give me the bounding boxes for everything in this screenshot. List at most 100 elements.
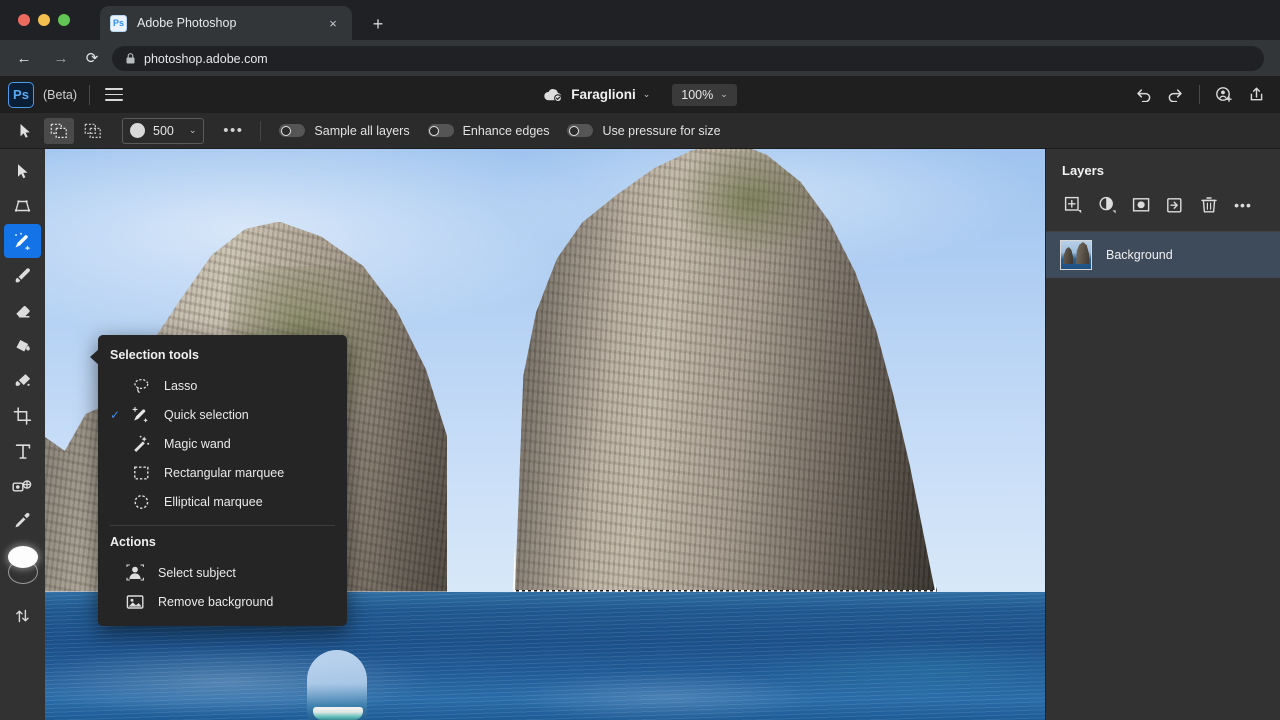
browser-tab[interactable]: Ps Adobe Photoshop × — [100, 6, 352, 40]
share-icon[interactable] — [1242, 81, 1270, 109]
transform-tool[interactable] — [4, 189, 41, 223]
action-select-subject[interactable]: Select subject — [98, 558, 347, 587]
flyout-title: Selection tools — [98, 343, 347, 371]
magic-wand-icon — [126, 435, 156, 452]
toggle-switch[interactable] — [428, 124, 454, 137]
header-actions — [1129, 76, 1270, 113]
flyout-actions-title: Actions — [98, 530, 347, 558]
window-close-button[interactable] — [18, 14, 30, 26]
menu-item-label: Magic wand — [164, 437, 231, 451]
reload-icon[interactable]: ⟳ — [81, 47, 103, 69]
header-divider — [1199, 85, 1200, 104]
back-arrow-icon[interactable]: ← — [13, 47, 35, 69]
new-tab-button[interactable]: + — [366, 12, 390, 36]
sample-all-layers-toggle[interactable]: Sample all layers — [279, 124, 409, 138]
color-swatches[interactable] — [3, 546, 43, 596]
layers-panel-title: Layers — [1046, 149, 1280, 178]
adjustment-layer-button[interactable] — [1092, 192, 1122, 218]
group-layers-button[interactable] — [1160, 192, 1190, 218]
add-to-selection-button[interactable] — [44, 118, 74, 144]
foreground-color-swatch[interactable] — [8, 546, 38, 568]
use-pressure-for-size-toggle[interactable]: Use pressure for size — [567, 124, 720, 138]
quick-selection-tool[interactable] — [4, 224, 41, 258]
delete-layer-button[interactable] — [1194, 192, 1224, 218]
address-bar[interactable]: photoshop.adobe.com — [112, 46, 1264, 71]
chevron-down-icon: ⌄ — [720, 90, 728, 99]
lasso-icon — [126, 378, 156, 394]
eraser-tool[interactable] — [4, 294, 41, 328]
cloud-saved-icon — [543, 88, 563, 102]
move-tool[interactable] — [4, 154, 41, 188]
brush-preview-icon — [130, 123, 145, 138]
photoshop-app: Ps (Beta) Faraglioni ⌄ 100% — [0, 76, 1280, 720]
action-label: Select subject — [158, 566, 236, 580]
window-minimize-button[interactable] — [38, 14, 50, 26]
brush-tool[interactable] — [4, 259, 41, 293]
type-tool[interactable] — [4, 434, 41, 468]
flyout-pointer — [90, 349, 99, 365]
menu-item-elliptical-marquee[interactable]: Elliptical marquee — [98, 487, 347, 516]
chevron-down-icon[interactable]: ⌄ — [189, 126, 197, 135]
redo-icon[interactable] — [1161, 81, 1189, 109]
healing-brush-tool[interactable] — [4, 364, 41, 398]
table-row[interactable]: Background — [1046, 232, 1280, 278]
subtract-from-selection-button[interactable] — [78, 118, 108, 144]
select-subject-icon — [126, 564, 152, 581]
menu-item-magic-wand[interactable]: Magic wand — [98, 429, 347, 458]
hamburger-icon[interactable] — [102, 83, 126, 107]
more-options-icon[interactable]: ••• — [220, 119, 246, 143]
crop-tool[interactable] — [4, 399, 41, 433]
toggle-label: Sample all layers — [314, 124, 409, 138]
menu-item-label: Rectangular marquee — [164, 466, 284, 480]
menu-item-quick-selection[interactable]: ✓ Quick selection — [98, 400, 347, 429]
layers-panel: Layers ••• — [1045, 149, 1280, 720]
layers-more-options-icon[interactable]: ••• — [1228, 192, 1258, 218]
paint-bucket-tool[interactable] — [4, 329, 41, 363]
browser-navbar: ← → ⟳ photoshop.adobe.com — [0, 40, 1280, 76]
action-remove-background[interactable]: Remove background — [98, 587, 347, 616]
add-layer-button[interactable] — [1058, 192, 1088, 218]
brush-size-control[interactable]: 500 ⌄ — [122, 118, 204, 144]
invite-collaborator-icon[interactable] — [1210, 81, 1238, 109]
menu-item-rectangular-marquee[interactable]: Rectangular marquee — [98, 458, 347, 487]
layers-toolbar: ••• — [1046, 178, 1280, 232]
boat — [313, 707, 363, 720]
options-divider — [260, 121, 261, 141]
toggle-label: Enhance edges — [463, 124, 550, 138]
forward-arrow-icon[interactable]: → — [50, 47, 72, 69]
chevron-down-icon[interactable]: ⌄ — [643, 90, 651, 99]
browser-tabstrip: Ps Adobe Photoshop × + — [0, 0, 1280, 40]
photoshop-logo-icon[interactable]: Ps — [8, 82, 34, 108]
document-name[interactable]: Faraglioni — [571, 87, 636, 102]
toggle-switch[interactable] — [567, 124, 593, 137]
layer-name: Background — [1106, 248, 1173, 262]
move-pointer-icon[interactable] — [10, 118, 40, 144]
elliptical-marquee-icon — [126, 494, 156, 510]
header-divider — [89, 85, 90, 105]
swap-colors-icon[interactable] — [4, 602, 41, 630]
window-maximize-button[interactable] — [58, 14, 70, 26]
menu-item-lasso[interactable]: Lasso — [98, 371, 347, 400]
add-mask-button[interactable] — [1126, 192, 1156, 218]
address-bar-url: photoshop.adobe.com — [144, 52, 268, 66]
remove-background-icon — [126, 594, 152, 610]
undo-icon[interactable] — [1129, 81, 1157, 109]
enhance-edges-toggle[interactable]: Enhance edges — [428, 124, 550, 138]
quick-selection-icon — [126, 406, 156, 423]
brush-size-value: 500 — [153, 124, 174, 138]
photoshop-favicon-icon: Ps — [110, 15, 127, 32]
canvas-area[interactable]: Selection tools Lasso ✓ Quick selection — [45, 149, 1045, 720]
toggle-label: Use pressure for size — [602, 124, 720, 138]
selection-tools-flyout-menu: Selection tools Lasso ✓ Quick selection — [98, 335, 347, 626]
layer-thumbnail — [1060, 240, 1092, 270]
zoom-control[interactable]: 100% ⌄ — [672, 84, 737, 106]
adjustments-tool[interactable] — [4, 469, 41, 503]
menu-item-label: Lasso — [164, 379, 197, 393]
menu-item-label: Elliptical marquee — [164, 495, 263, 509]
lock-icon — [126, 53, 135, 64]
close-icon[interactable]: × — [324, 14, 342, 32]
toggle-switch[interactable] — [279, 124, 305, 137]
eyedropper-tool[interactable] — [4, 504, 41, 538]
tools-panel — [0, 149, 45, 720]
menu-item-label: Quick selection — [164, 408, 249, 422]
